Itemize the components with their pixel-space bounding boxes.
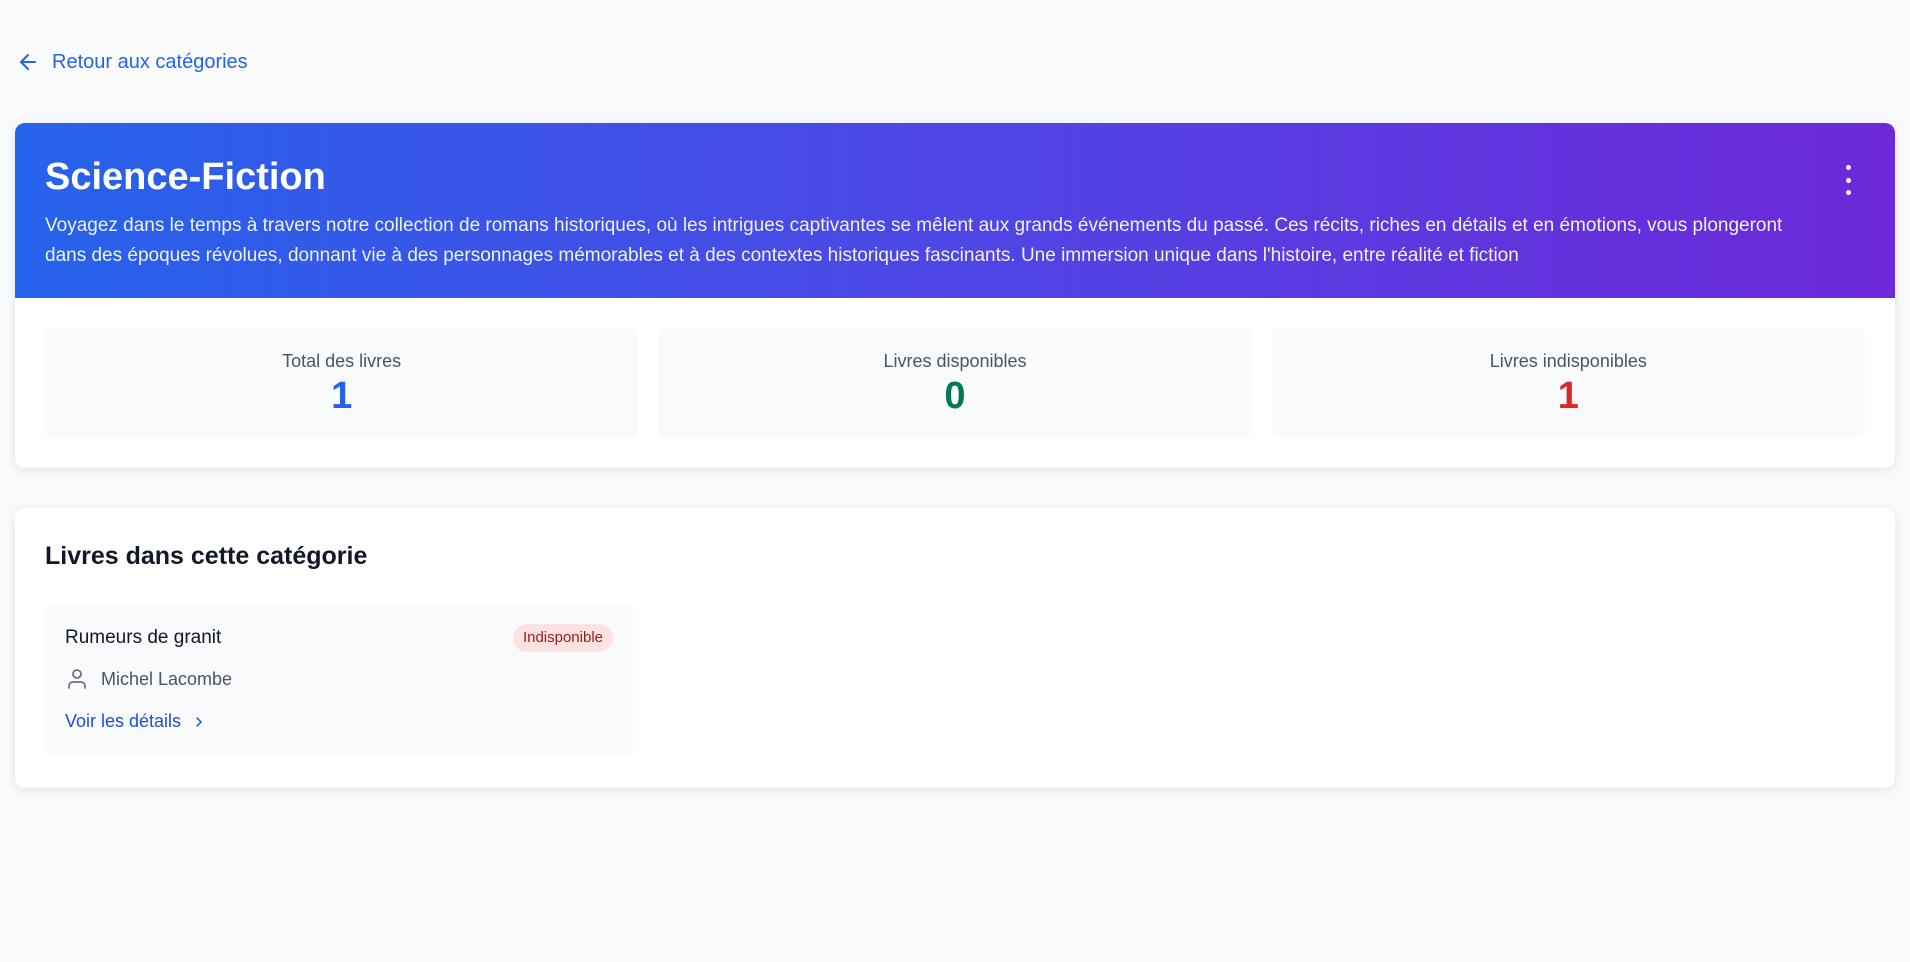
stat-unavailable-books: Livres indisponibles 1 <box>1271 328 1865 438</box>
stat-value: 1 <box>331 375 353 417</box>
chevron-right-icon <box>196 716 202 727</box>
stat-total-books: Total des livres 1 <box>45 328 639 438</box>
back-link-label: Retour aux catégories <box>52 50 248 73</box>
stat-value: 0 <box>944 375 966 417</box>
view-details-link[interactable]: Voir les détails <box>65 711 207 732</box>
book-title: Rumeurs de granit <box>65 627 222 648</box>
books-section-title: Livres dans cette catégorie <box>45 542 368 570</box>
stat-label: Livres indisponibles <box>1489 351 1647 371</box>
category-description: Voyagez dans le temps à travers notre co… <box>45 215 1783 266</box>
category-title: Science-Fiction <box>45 156 326 198</box>
book-card: Rumeurs de granit Indisponible Michel La… <box>45 603 633 756</box>
stat-available-books: Livres disponibles 0 <box>658 328 1252 438</box>
stat-label: Total des livres <box>282 351 402 371</box>
category-header: Science-Fiction Voyagez dans le temps à … <box>15 123 1895 298</box>
books-section: Livres dans cette catégorie Rumeurs de g… <box>15 508 1895 788</box>
author-name: Michel Lacombe <box>101 668 233 689</box>
arrow-left-icon <box>20 54 36 70</box>
category-card: Science-Fiction Voyagez dans le temps à … <box>15 123 1895 468</box>
book-author: Michel Lacombe <box>65 667 232 691</box>
status-badge: Indisponible <box>512 624 613 652</box>
view-details-label: Voir les détails <box>65 711 182 731</box>
stat-value: 1 <box>1557 375 1579 417</box>
user-icon <box>68 669 86 689</box>
category-stats: Total des livres 1 Livres disponibles 0 … <box>15 298 1895 438</box>
more-vertical-icon[interactable] <box>1841 165 1855 195</box>
back-to-categories-link[interactable]: Retour aux catégories <box>16 50 248 74</box>
stat-label: Livres disponibles <box>883 351 1027 371</box>
